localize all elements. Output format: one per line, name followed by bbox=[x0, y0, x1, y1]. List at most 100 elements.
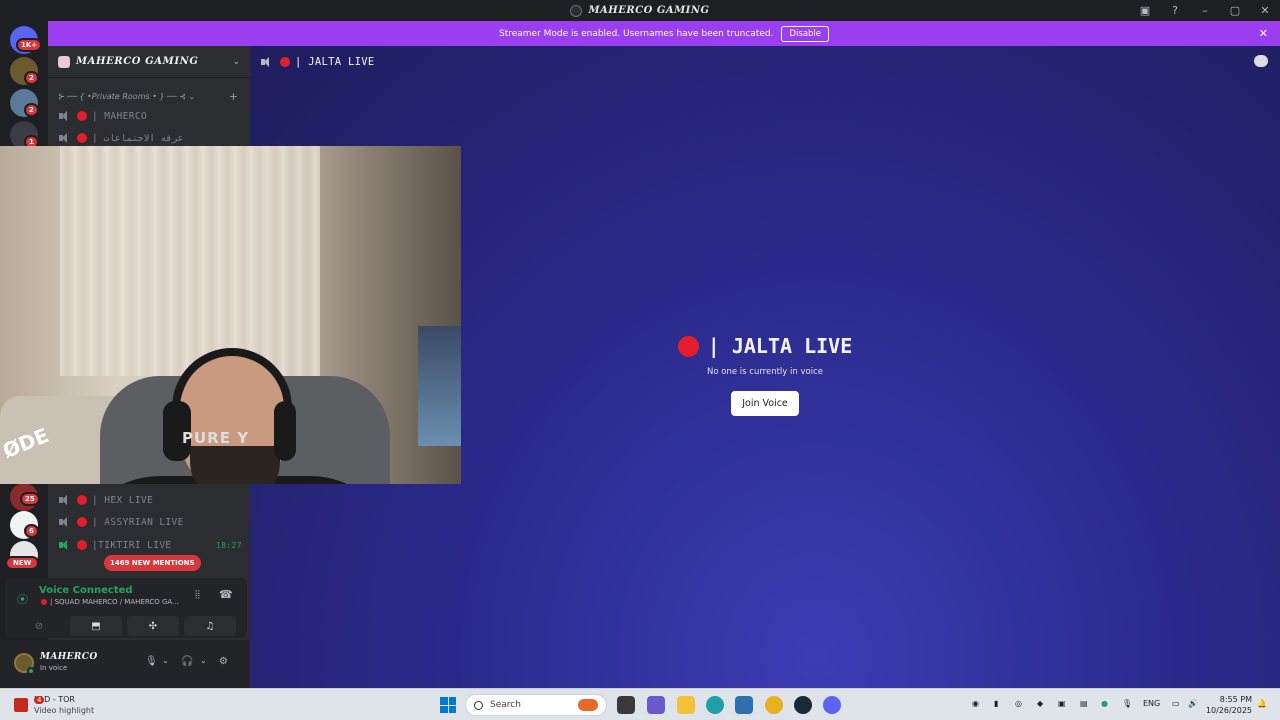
signal-icon[interactable]: ⦿ bbox=[17, 591, 28, 607]
system-clock[interactable]: 8:55 PM 10/26/2025 bbox=[1206, 694, 1252, 716]
server-badge: 2 bbox=[24, 71, 39, 85]
tray-steam-icon[interactable]: ◎ bbox=[1015, 699, 1022, 708]
username[interactable]: MAHERCO bbox=[40, 652, 98, 662]
start-button[interactable] bbox=[440, 697, 456, 713]
headphone-right bbox=[274, 401, 296, 461]
noise-suppression-icon[interactable]: ⦙⦙ bbox=[195, 588, 200, 602]
search-placeholder: Search bbox=[490, 700, 521, 710]
clock-time: 8:55 PM bbox=[1219, 695, 1252, 704]
notifications-icon[interactable]: 🔔 bbox=[1257, 699, 1267, 708]
close-window-button[interactable]: ✕ bbox=[1250, 0, 1280, 21]
microphone-icon[interactable]: 🎙 bbox=[145, 656, 158, 667]
tray-app-icon[interactable]: ▤ bbox=[1080, 699, 1088, 708]
steam-icon[interactable] bbox=[794, 696, 812, 714]
new-badge: NEW bbox=[5, 556, 40, 570]
voice-timer: 18:27 bbox=[215, 540, 242, 550]
banner-message: Streamer Mode is enabled. Usernames have… bbox=[498, 28, 774, 39]
tray-status-icon[interactable]: ● bbox=[1101, 699, 1108, 708]
channel-name: | عرفه الاجتماعات bbox=[92, 132, 184, 144]
live-dot bbox=[41, 599, 47, 605]
camera-off-button[interactable]: ⊘ bbox=[13, 616, 65, 636]
speaker-icon bbox=[58, 132, 71, 144]
channel-header: | JALTA LIVE bbox=[250, 46, 1280, 78]
chevron-down-icon[interactable]: ⌄ bbox=[162, 656, 169, 665]
voice-channel-title: | JALTA LIVE bbox=[677, 334, 853, 358]
curtain bbox=[60, 146, 320, 376]
add-channel-icon[interactable]: + bbox=[229, 90, 238, 103]
copilot-icon[interactable] bbox=[647, 696, 665, 714]
shirt-text: PURE Y bbox=[182, 429, 250, 447]
tray-nvidia-icon[interactable]: ▣ bbox=[1058, 699, 1066, 708]
chrome-icon[interactable] bbox=[765, 696, 783, 714]
server-header[interactable]: MAHERCO GAMING ⌄ bbox=[48, 46, 250, 78]
tray-app-icon[interactable]: ▮ bbox=[994, 699, 998, 708]
voice-channel[interactable]: | MAHERCO bbox=[58, 106, 242, 126]
person-beard bbox=[190, 446, 280, 484]
chevron-down-icon[interactable]: ⌄ bbox=[200, 656, 207, 665]
edge-icon[interactable] bbox=[706, 696, 724, 714]
file-explorer-icon[interactable] bbox=[677, 696, 695, 714]
soundboard-button[interactable]: ♫ bbox=[184, 616, 236, 636]
join-voice-button[interactable]: Join Voice bbox=[731, 390, 799, 416]
voice-channel-info[interactable]: | SQUAD MAHERCO / MAHERCO GA... bbox=[41, 598, 179, 606]
channel-name: | MAHERCO bbox=[92, 110, 148, 122]
screen-share-button[interactable]: ⬒ bbox=[70, 616, 122, 636]
voice-channel-title-text: | JALTA LIVE bbox=[707, 334, 853, 358]
live-dot bbox=[77, 495, 87, 505]
new-mentions-button[interactable]: 1469 NEW MENTIONS bbox=[104, 555, 201, 571]
activities-button[interactable]: ✣ bbox=[127, 616, 179, 636]
headphones-icon[interactable]: 🎧 bbox=[181, 656, 193, 667]
disable-streamer-mode-button[interactable]: Disable bbox=[781, 25, 830, 42]
voice-status[interactable]: Voice Connected bbox=[39, 585, 133, 596]
inbox-icon[interactable]: ▣ bbox=[1130, 0, 1160, 21]
channel-name: | HEX LIVE bbox=[92, 494, 154, 506]
maximize-button[interactable]: ▢ bbox=[1220, 0, 1250, 21]
online-status-icon bbox=[27, 667, 35, 675]
live-dot bbox=[677, 335, 699, 357]
streamer-mode-banner: Streamer Mode is enabled. Usernames have… bbox=[48, 21, 1280, 46]
minimize-button[interactable]: – bbox=[1190, 0, 1220, 21]
speaker-icon bbox=[58, 516, 71, 528]
speaker-icon bbox=[58, 110, 71, 122]
volume-icon[interactable]: 🔊 bbox=[1188, 699, 1198, 708]
voice-channel[interactable]: | عرفه الاجتماعات bbox=[58, 128, 242, 148]
speaker-icon bbox=[260, 56, 274, 68]
search-highlight-icon bbox=[578, 699, 598, 711]
disconnect-icon[interactable]: ☎ bbox=[219, 588, 233, 601]
chevron-down-icon: ⌄ bbox=[232, 56, 240, 67]
settings-gear-icon[interactable]: ⚙ bbox=[219, 656, 228, 667]
live-dot bbox=[77, 133, 87, 143]
server-name: MAHERCO GAMING bbox=[76, 56, 199, 67]
close-icon[interactable]: ✕ bbox=[1259, 27, 1268, 40]
discord-taskbar-icon[interactable] bbox=[823, 696, 841, 714]
voice-channel[interactable]: | HEX LIVE bbox=[58, 490, 242, 510]
help-icon[interactable]: ? bbox=[1160, 0, 1190, 21]
tray-microphone-icon[interactable]: 🎙 bbox=[1122, 699, 1132, 708]
channel-name: |TIKTIRI LIVE bbox=[92, 539, 172, 551]
network-icon[interactable]: ▭ bbox=[1172, 699, 1180, 708]
taskbar-search[interactable]: Search bbox=[465, 694, 607, 716]
tray-app-icon[interactable]: ◉ bbox=[972, 699, 979, 708]
discord-app: MAHERCO GAMING ▣ ? – ▢ ✕ 1K+ 2 2 1 25 6 … bbox=[0, 0, 1280, 720]
voice-connection-panel: ⦿ Voice Connected | SQUAD MAHERCO / MAHE… bbox=[5, 578, 247, 638]
voice-channel[interactable]: | ASSYRIAN LIVE bbox=[58, 512, 242, 532]
category-private-rooms[interactable]: ⊱ ── { •Private Rooms • } ── ⊰ ⌄ bbox=[58, 92, 195, 101]
speaker-icon bbox=[58, 494, 71, 506]
windows-taskbar: 4 LAD - TOR Video highlight Search ◉ ▮ ◎… bbox=[0, 688, 1280, 720]
search-icon bbox=[474, 700, 483, 710]
server-home-icon bbox=[58, 55, 70, 68]
widget-news[interactable]: 4 LAD - TOR Video highlight bbox=[14, 694, 94, 716]
live-dot bbox=[77, 517, 87, 527]
tray-app-icon[interactable]: ◆ bbox=[1037, 699, 1043, 708]
language-indicator[interactable]: ENG bbox=[1143, 699, 1160, 708]
news-widget-icon bbox=[14, 698, 28, 712]
voice-channel-active[interactable]: |TIKTIRI LIVE 18:27 bbox=[58, 535, 242, 555]
user-status: In voice bbox=[40, 664, 68, 672]
widget-subtitle: Video highlight bbox=[34, 706, 95, 715]
server-badge: 25 bbox=[20, 492, 40, 506]
task-view-icon[interactable] bbox=[617, 696, 635, 714]
store-icon[interactable] bbox=[735, 696, 753, 714]
dm-badge: 1K+ bbox=[16, 38, 43, 52]
chat-icon[interactable] bbox=[1254, 55, 1268, 67]
voice-channel-name: | SQUAD MAHERCO / MAHERCO GA... bbox=[50, 598, 179, 606]
